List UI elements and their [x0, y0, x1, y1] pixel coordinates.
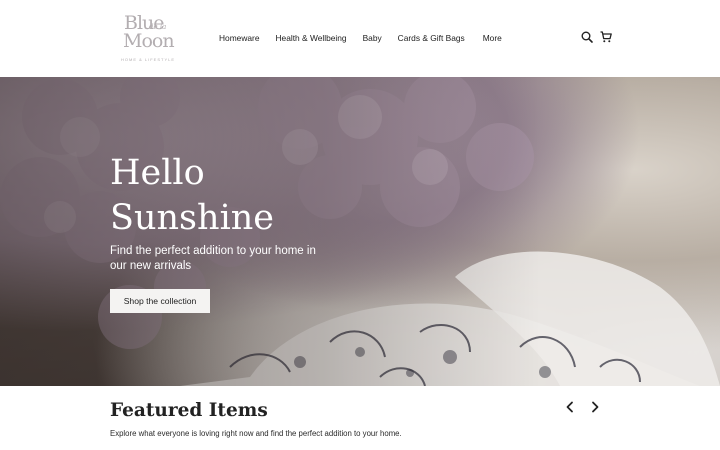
- nav-item-homeware[interactable]: Homeware: [219, 31, 260, 45]
- featured-title: Featured Items: [110, 400, 268, 421]
- chevron-left-icon: [566, 401, 573, 413]
- nav-item-more[interactable]: More: [483, 31, 502, 45]
- hero-overlay: [0, 77, 720, 386]
- hero-title-line1: Hello: [110, 153, 205, 193]
- carousel-prev-button[interactable]: [563, 400, 577, 414]
- nav-item-baby[interactable]: Baby: [363, 31, 382, 45]
- hero-title-line2: Sunshine: [110, 198, 275, 238]
- cart-icon: [600, 31, 612, 43]
- hero-subtitle: Find the perfect addition to your home i…: [110, 245, 316, 272]
- nav-item-cards-gift-bags[interactable]: Cards & Gift Bags: [398, 31, 465, 45]
- logo-tagline: HOME & LIFESTYLE: [121, 57, 176, 62]
- featured-description: Explore what everyone is loving right no…: [110, 429, 402, 438]
- search-button[interactable]: [580, 30, 594, 44]
- search-icon: [581, 31, 593, 43]
- hero-title: Hello Sunshine: [110, 151, 274, 241]
- cart-button[interactable]: [599, 30, 613, 44]
- chevron-right-icon: [592, 401, 599, 413]
- hero-banner: Hello Sunshine Find the perfect addition…: [0, 77, 720, 386]
- shop-collection-button[interactable]: Shop the collection: [110, 289, 210, 313]
- carousel-next-button[interactable]: [588, 400, 602, 414]
- main-navigation: Homeware Health & Wellbeing Baby Cards &…: [219, 31, 502, 45]
- logo-word-bottom: Moon: [123, 30, 175, 52]
- brand-logo[interactable]: Blue de la Moon HOME & LIFESTYLE: [120, 12, 182, 64]
- nav-item-health-wellbeing[interactable]: Health & Wellbeing: [276, 31, 347, 45]
- site-header: Blue de la Moon HOME & LIFESTYLE Homewar…: [0, 0, 720, 77]
